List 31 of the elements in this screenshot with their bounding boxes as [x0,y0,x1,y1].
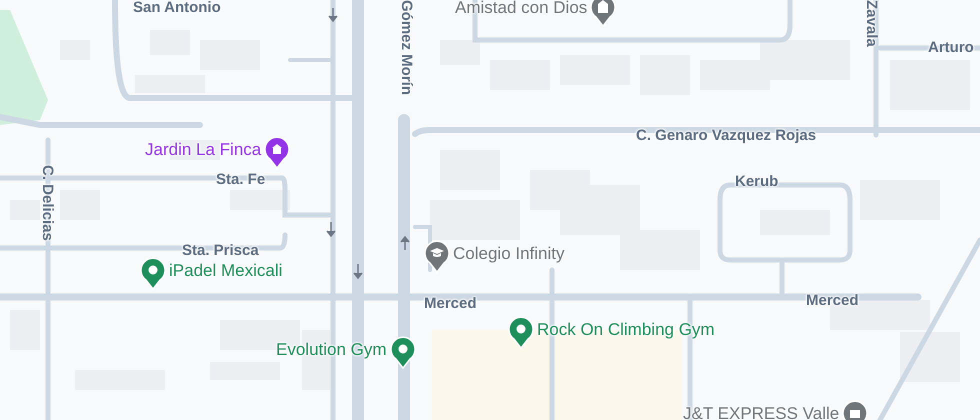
street-label: Arturo [928,40,974,55]
place-label[interactable]: iPadel Mexicali [169,262,282,279]
place-label[interactable]: Colegio Infinity [453,245,565,262]
place-label[interactable]: Rock On Climbing Gym [537,321,715,338]
street-label: Merced [806,293,859,308]
one-way-arrow-icon [400,236,410,251]
place-label[interactable]: Jardin La Finca [145,141,262,158]
one-way-arrow-icon [353,263,363,280]
street-label: Kerub [735,174,778,189]
place-label[interactable]: Amistad con Dios [455,0,588,16]
map-pin-icon[interactable] [264,136,290,169]
street-label: Sta. Prisca [182,243,259,258]
map-pin-icon[interactable] [140,257,166,290]
building-block [900,332,960,382]
building-block [440,40,480,65]
map-pin-icon[interactable] [508,316,534,349]
place-label[interactable]: Evolution Gym [276,341,387,358]
map-pin-icon[interactable] [590,0,616,27]
one-way-arrow-icon [326,221,336,238]
street-label: Gómez Morín [399,0,414,96]
street-label: Zavala [864,0,879,47]
map-pin-icon[interactable] [424,240,450,273]
street-label: C. Delicias [40,165,55,241]
street-label: C. Genaro Vazquez Rojas [636,128,816,143]
building-block [230,190,290,210]
place-label[interactable]: J&T EXPRESS Valle [683,405,840,420]
one-way-arrow-icon [328,7,338,22]
map-pin-icon[interactable] [390,336,416,369]
street-label: Sta. Fe [216,172,266,187]
street-label: San Antonio [133,0,221,15]
street-label: Merced [424,296,477,311]
